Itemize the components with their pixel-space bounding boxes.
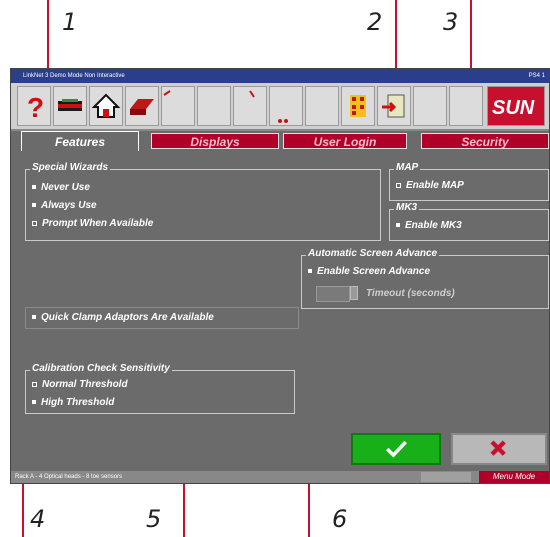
status-icons bbox=[421, 472, 471, 482]
tab-bar: Features Displays User Login Security bbox=[11, 131, 549, 151]
status-text: Rack A - 4 Optical heads - 8 toe sensors bbox=[15, 474, 123, 480]
calibration-group: Calibration Check Sensitivity Normal Thr… bbox=[25, 363, 295, 414]
exit-tool-button[interactable] bbox=[377, 86, 411, 126]
tab-displays[interactable]: Displays bbox=[151, 133, 279, 149]
tab-security[interactable]: Security bbox=[421, 133, 549, 149]
mk3-group: MK3 Enable MK3 bbox=[389, 202, 549, 241]
special-wizards-title: Special Wizards bbox=[30, 162, 111, 173]
map-group: MAP Enable MAP bbox=[389, 162, 549, 201]
enable-mk3-checkbox[interactable]: Enable MK3 bbox=[396, 220, 462, 231]
blank-tool-5[interactable] bbox=[305, 86, 339, 126]
title-bar: LinkNet 3 Demo Mode Non Interactive PS4 … bbox=[11, 69, 549, 83]
blank-tool-4[interactable] bbox=[269, 86, 303, 126]
callout-4: 4 bbox=[30, 505, 46, 533]
callout-6: 6 bbox=[332, 505, 348, 533]
mk3-title: MK3 bbox=[394, 202, 420, 213]
grid-tool-button[interactable] bbox=[341, 86, 375, 126]
radio-icon bbox=[32, 220, 37, 226]
radio-icon bbox=[32, 381, 37, 387]
callout-3: 3 bbox=[443, 8, 459, 36]
home-button[interactable] bbox=[89, 86, 123, 126]
blank-tool-7[interactable] bbox=[449, 86, 483, 126]
wizard-prompt[interactable]: Prompt When Available bbox=[32, 218, 153, 229]
checkbox-checked-icon bbox=[308, 269, 312, 274]
ok-button[interactable] bbox=[351, 433, 441, 465]
status-bar: Rack A - 4 Optical heads - 8 toe sensors bbox=[11, 471, 549, 483]
calibration-normal[interactable]: Normal Threshold bbox=[32, 379, 128, 390]
brand-logo: SUN bbox=[487, 86, 545, 126]
checkbox-icon bbox=[396, 182, 401, 188]
radio-selected-icon bbox=[32, 400, 36, 405]
map-title: MAP bbox=[394, 162, 421, 173]
toolbar: ? SUN bbox=[11, 83, 549, 131]
blank-tool-3[interactable] bbox=[233, 86, 267, 126]
timeout-input[interactable] bbox=[316, 286, 350, 302]
window-title-right: PS4 1 bbox=[528, 73, 545, 79]
blank-tool-2[interactable] bbox=[197, 86, 231, 126]
app-window: LinkNet 3 Demo Mode Non Interactive PS4 … bbox=[10, 68, 550, 484]
screen-advance-group: Automatic Screen Advance Enable Screen A… bbox=[301, 248, 549, 309]
radio-selected-icon bbox=[32, 185, 36, 190]
close-icon bbox=[490, 440, 506, 456]
window-title: LinkNet 3 Demo Mode Non Interactive bbox=[23, 73, 125, 79]
brand-text: SUN bbox=[492, 97, 535, 119]
menu-mode-indicator: Menu Mode bbox=[479, 471, 549, 483]
help-button[interactable]: ? bbox=[17, 86, 51, 126]
wizard-always-use[interactable]: Always Use bbox=[32, 200, 97, 211]
callout-1: 1 bbox=[62, 8, 78, 36]
calibration-high[interactable]: High Threshold bbox=[32, 397, 114, 408]
wizard-never-use[interactable]: Never Use bbox=[32, 182, 90, 193]
tab-features[interactable]: Features bbox=[21, 131, 139, 151]
radio-icon bbox=[32, 203, 36, 208]
callout-5: 5 bbox=[146, 505, 162, 533]
tab-user-login[interactable]: User Login bbox=[283, 133, 407, 149]
enable-map-checkbox[interactable]: Enable MAP bbox=[396, 180, 464, 191]
cancel-button[interactable] bbox=[451, 433, 547, 465]
checkmark-icon bbox=[386, 440, 407, 458]
timeout-spinner[interactable] bbox=[350, 286, 358, 300]
checkbox-checked-icon bbox=[32, 315, 36, 320]
enable-screen-advance-checkbox[interactable]: Enable Screen Advance bbox=[308, 266, 430, 277]
svg-text:?: ? bbox=[27, 92, 44, 123]
tire-button[interactable] bbox=[125, 86, 159, 126]
timeout-label: Timeout (seconds) bbox=[366, 288, 455, 299]
quick-clamp-checkbox[interactable]: Quick Clamp Adaptors Are Available bbox=[32, 312, 214, 323]
callout-2: 2 bbox=[367, 8, 383, 36]
vehicle-button[interactable] bbox=[53, 86, 87, 126]
blank-tool-6[interactable] bbox=[413, 86, 447, 126]
screen-advance-title: Automatic Screen Advance bbox=[306, 248, 440, 259]
quick-clamp-group: Quick Clamp Adaptors Are Available bbox=[25, 307, 299, 329]
special-wizards-group: Special Wizards Never Use Always Use Pro… bbox=[25, 162, 381, 241]
blank-tool-1[interactable] bbox=[161, 86, 195, 126]
checkbox-checked-icon bbox=[396, 223, 400, 228]
calibration-title: Calibration Check Sensitivity bbox=[30, 363, 172, 374]
